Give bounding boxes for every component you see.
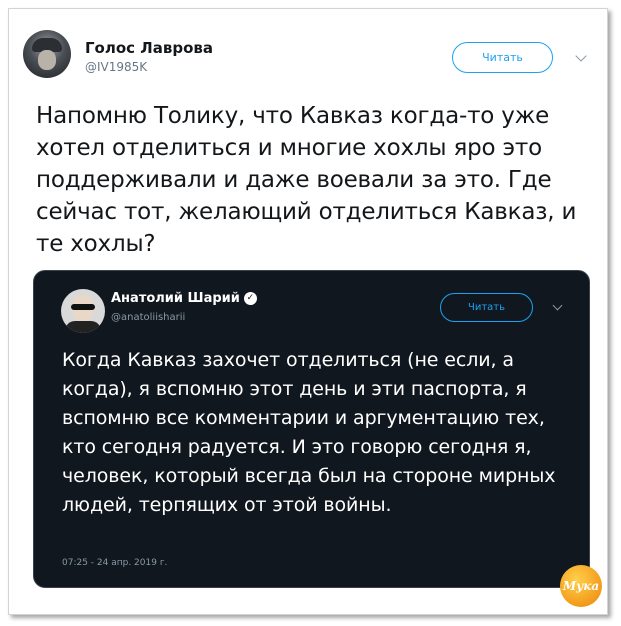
quoted-timestamp[interactable]: 07:25 - 24 апр. 2019 г. bbox=[62, 558, 167, 568]
avatar[interactable] bbox=[23, 30, 71, 78]
quoted-tweet[interactable]: Анатолий Шарий ✓ @anatoliisharii Читать К… bbox=[33, 270, 590, 588]
verified-icon: ✓ bbox=[243, 292, 257, 305]
author-handle[interactable]: @IV1985K bbox=[85, 60, 147, 74]
quoted-author-name[interactable]: Анатолий Шарий ✓ bbox=[111, 291, 257, 306]
watermark-logo-text: Мука bbox=[562, 579, 600, 593]
quoted-author-name-text: Анатолий Шарий bbox=[111, 291, 240, 306]
quoted-tweet-text: Когда Кавказ захочет отделиться (не если… bbox=[62, 349, 556, 516]
watermark-logo: Мука bbox=[560, 565, 602, 607]
author-name[interactable]: Голос Лаврова bbox=[85, 39, 213, 57]
quoted-follow-button[interactable]: Читать bbox=[440, 293, 533, 322]
follow-button[interactable]: Читать bbox=[452, 42, 553, 73]
tweet-text: Напомню Толику, что Кавказ когда-то уже … bbox=[36, 103, 577, 257]
avatar-glasses bbox=[71, 304, 95, 310]
avatar-face bbox=[38, 50, 56, 70]
quoted-chevron-down-icon[interactable] bbox=[552, 300, 563, 311]
avatar-shirt bbox=[65, 321, 101, 333]
quoted-author-handle[interactable]: @anatoliisharii bbox=[111, 312, 185, 323]
quoted-avatar[interactable] bbox=[61, 289, 105, 333]
